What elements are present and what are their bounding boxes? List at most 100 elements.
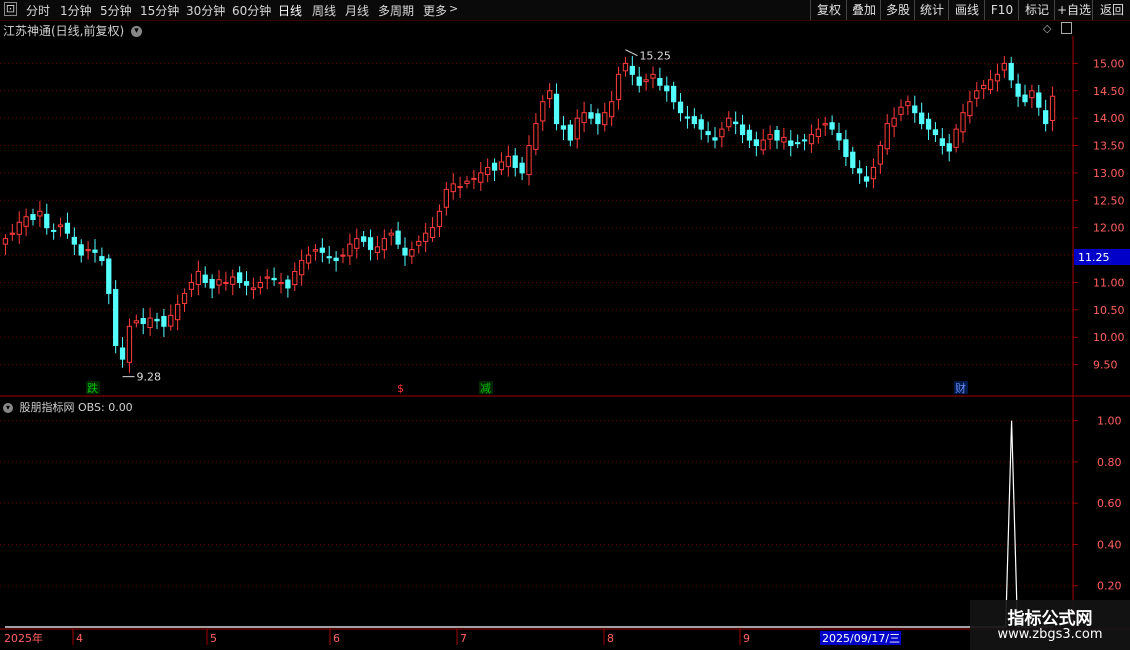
candle	[402, 237, 408, 266]
period-fenshi[interactable]: 分时	[26, 2, 50, 19]
period-multi[interactable]: 多周期	[378, 2, 414, 19]
period-weekly[interactable]: 周线	[312, 2, 336, 19]
chevron-down-icon[interactable]: ▾	[131, 26, 143, 37]
candle-body	[30, 214, 36, 220]
candle	[471, 169, 477, 189]
x-axis-labels: 2025年 4 5 6 7 8 9 2025/09/17/三	[4, 629, 901, 645]
diamond-icon[interactable]: ◇	[1043, 22, 1051, 35]
period-15min[interactable]: 15分钟	[140, 2, 179, 19]
candle	[292, 262, 298, 292]
candle-body	[498, 161, 505, 171]
candlesticks	[2, 55, 1056, 373]
price-tag: 11.25	[1078, 251, 1110, 264]
y-tick-label: 10.00	[1093, 331, 1125, 344]
candle	[712, 127, 718, 149]
add-watchlist-button[interactable]: +自选	[1054, 0, 1093, 20]
candle	[443, 182, 449, 216]
candle-body	[326, 256, 332, 259]
candle	[719, 121, 725, 148]
mark-button[interactable]: 标记	[1018, 0, 1055, 20]
stats-button[interactable]: 统计	[914, 0, 949, 20]
back-button[interactable]: 返回	[1092, 0, 1130, 20]
candle	[829, 115, 835, 136]
candle-body	[106, 258, 112, 294]
period-more[interactable]: 更多	[423, 2, 447, 19]
candle-body	[526, 145, 532, 176]
candle-body	[209, 279, 215, 289]
candle	[698, 114, 704, 140]
indicator-gridlines: 1.00 0.80 0.60 0.40 0.20	[0, 415, 1122, 593]
candle-body	[299, 260, 305, 276]
candle-body	[168, 314, 174, 327]
candle	[622, 56, 629, 77]
candle-body	[615, 73, 622, 101]
period-1min[interactable]: 1分钟	[60, 2, 92, 19]
window-icon[interactable]: ⊡	[4, 2, 17, 16]
candle-body	[1022, 94, 1028, 103]
candle	[1015, 73, 1021, 107]
candle	[870, 158, 877, 189]
marker-box-jian	[479, 381, 493, 394]
multi-stock-button[interactable]: 多股	[880, 0, 915, 20]
candle-body	[99, 256, 105, 262]
marker-dollar[interactable]: $	[397, 382, 404, 395]
candle	[278, 272, 284, 294]
candle-body	[402, 247, 408, 256]
candle	[16, 211, 22, 244]
candle-body	[9, 232, 15, 235]
candle-body	[912, 105, 918, 114]
candle-body	[843, 139, 849, 157]
candle	[326, 245, 332, 264]
candle	[553, 83, 560, 131]
f10-button[interactable]: F10	[984, 0, 1019, 20]
candle-body	[636, 76, 642, 86]
candle	[354, 228, 360, 259]
chart-title: 江苏神通(日线,前复权) ▾	[3, 22, 143, 39]
period-daily[interactable]: 日线	[278, 2, 302, 19]
candle-body	[609, 101, 615, 118]
period-5min[interactable]: 5分钟	[100, 2, 132, 19]
candle	[257, 276, 263, 295]
candle	[312, 244, 319, 261]
overlay-button[interactable]: 叠加	[846, 0, 881, 20]
candle	[547, 83, 553, 109]
toolbar: ⊡ 分时 1分钟 5分钟 15分钟 30分钟 60分钟 日线 周线 月线 多周期…	[0, 0, 1130, 21]
candle-body	[567, 124, 573, 141]
candle-body	[278, 281, 284, 285]
indicator-tick-label: 0.40	[1097, 538, 1122, 551]
candle-body	[919, 112, 925, 125]
candle-body	[57, 224, 64, 228]
candle	[760, 129, 766, 155]
chart-canvas: 1.00 0.80 0.60 0.40 0.20 15.00 14.50 14.00 13.5…	[0, 36, 1130, 645]
candle	[863, 165, 870, 188]
panel-toggle-icon[interactable]	[1061, 22, 1072, 34]
candle-body	[994, 73, 1001, 82]
chevron-down-icon[interactable]: ▾	[3, 403, 13, 413]
candle	[526, 135, 532, 186]
candle-body	[774, 129, 780, 141]
marker-cai[interactable]: 财	[955, 381, 966, 395]
period-monthly[interactable]: 月线	[345, 2, 369, 19]
fuquan-button[interactable]: 复权	[810, 0, 847, 20]
candle-body	[78, 244, 84, 256]
candle	[250, 277, 257, 299]
x-label-sep: 9	[743, 632, 750, 645]
candle	[450, 173, 456, 200]
candle-body	[485, 166, 491, 176]
candle-body	[925, 118, 932, 130]
marker-die[interactable]: 跌	[87, 381, 98, 395]
candle	[905, 95, 911, 116]
draw-line-button[interactable]: 画线	[948, 0, 985, 20]
period-30min[interactable]: 30分钟	[186, 2, 225, 19]
candle	[774, 125, 780, 149]
marker-jian[interactable]: 减	[480, 382, 491, 395]
period-60min[interactable]: 60分钟	[232, 2, 271, 19]
candle	[30, 208, 36, 226]
candle-body	[733, 121, 739, 125]
candle-body	[92, 249, 98, 253]
watermark-title: 指标公式网	[1007, 609, 1093, 629]
candle	[946, 134, 952, 162]
candle	[1043, 99, 1049, 132]
candle-body	[1049, 95, 1056, 122]
candle	[891, 107, 897, 138]
